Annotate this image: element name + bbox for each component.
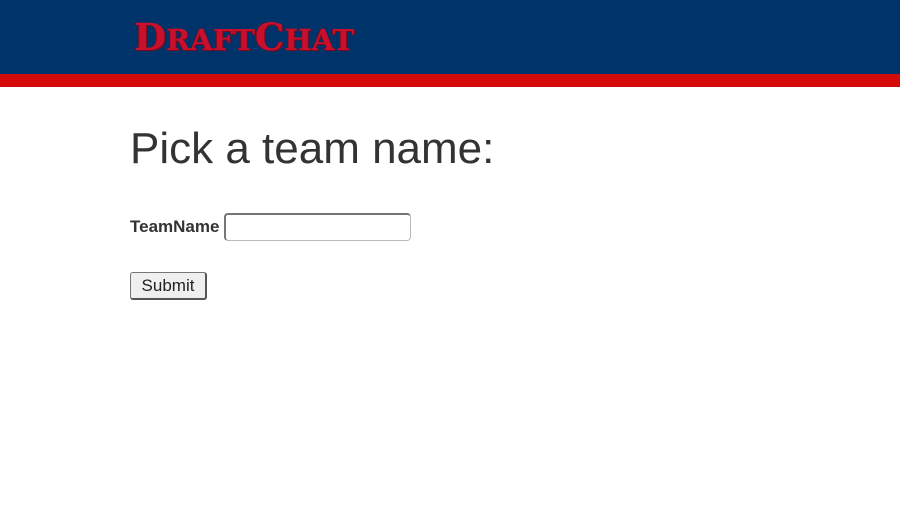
main-content: Pick a team name: TeamName Submit (130, 122, 830, 300)
logo-letter-d: D (134, 15, 167, 59)
page-title: Pick a team name: (130, 124, 495, 173)
team-name-label: TeamName (130, 217, 220, 236)
logo-text-hat: HAT (284, 23, 355, 57)
team-name-row: TeamName (130, 211, 412, 243)
team-name-input[interactable] (224, 213, 412, 241)
logo-text-raft: RAFT (166, 23, 255, 57)
submit-button[interactable]: Submit (130, 272, 207, 300)
header-stripe (0, 74, 900, 87)
site-header: DRAFTCHAT (0, 0, 900, 74)
logo-letter-c: C (254, 15, 285, 59)
draftchat-logo[interactable]: DRAFTCHAT (134, 17, 354, 57)
